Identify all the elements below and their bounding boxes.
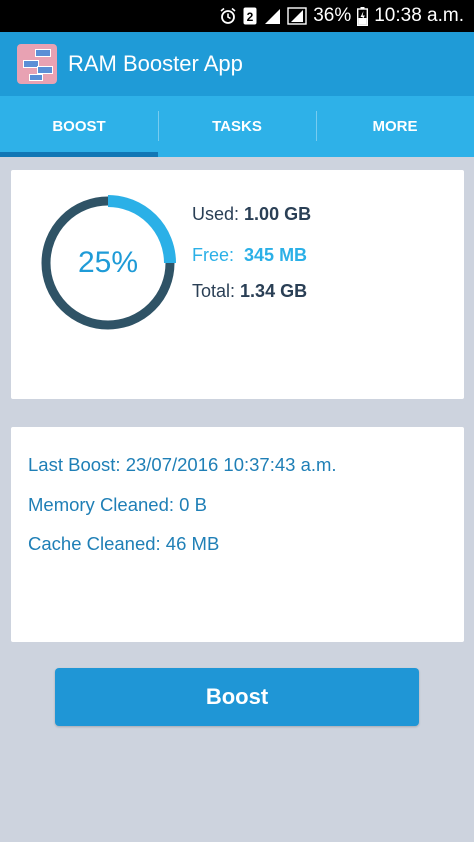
used-label: Used: (192, 204, 240, 224)
app-bar: RAM Booster App (0, 32, 474, 96)
status-bar: 2 36% 10:38 a.m. (0, 0, 474, 32)
battery-percent: 36% (313, 5, 352, 26)
total-memory: Total: 1.34 GB (192, 281, 307, 302)
free-label: Free: (192, 245, 235, 265)
used-memory: Used: 1.00 GB (192, 204, 311, 225)
total-value: 1.34 GB (240, 281, 308, 301)
total-label: Total: (192, 281, 236, 301)
last-boost-text: Last Boost: 23/07/2016 10:37:43 a.m. (28, 454, 337, 475)
boost-info-card: Last Boost: 23/07/2016 10:37:43 a.m. Mem… (11, 427, 464, 642)
tab-more[interactable]: MORE (316, 96, 474, 157)
signal-icon (263, 7, 281, 25)
boost-button[interactable]: Boost (55, 668, 419, 726)
app-title: RAM Booster App (68, 51, 243, 76)
signal-icon (287, 7, 307, 25)
used-value: 1.00 GB (244, 204, 312, 224)
memory-percent: 25% (77, 246, 139, 279)
memory-cleaned-text: Memory Cleaned: 0 B (28, 494, 207, 515)
ram-booster-logo-icon (17, 44, 57, 84)
free-value: 345 MB (244, 245, 308, 265)
memory-card: 25% Used: 1.00 GB Free: 345 MB Total: 1.… (11, 170, 464, 399)
alarm-icon (219, 7, 237, 25)
tab-tasks[interactable]: TASKS (158, 96, 316, 157)
status-time: 10:38 a.m. (374, 5, 464, 26)
free-memory: Free: 345 MB (192, 245, 307, 266)
tab-boost[interactable]: BOOST (0, 96, 158, 157)
cache-cleaned-text: Cache Cleaned: 46 MB (28, 533, 220, 554)
tab-bar: BOOST TASKS MORE (0, 96, 474, 157)
selected-tab-indicator (0, 152, 158, 157)
sim-2-icon: 2 (243, 7, 257, 25)
svg-text:2: 2 (247, 10, 254, 24)
battery-charging-icon (357, 6, 369, 26)
